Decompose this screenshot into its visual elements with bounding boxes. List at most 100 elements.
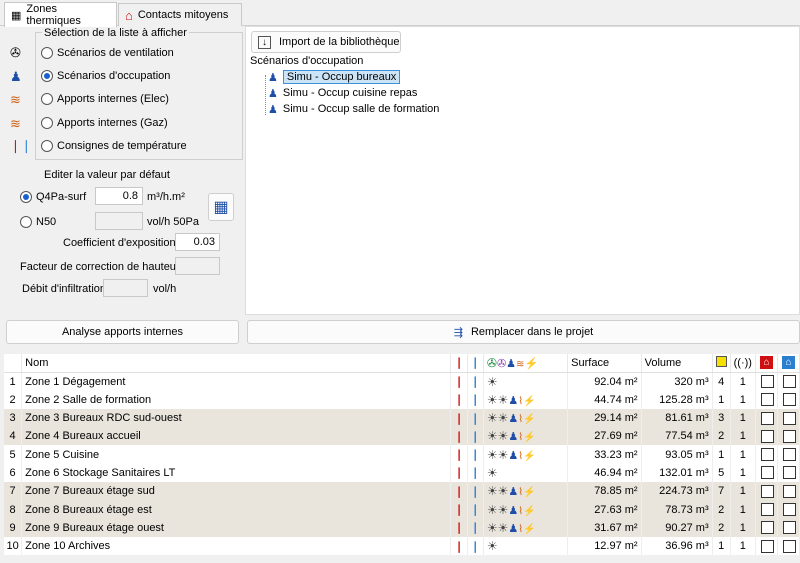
count-a-cell: 5 [712, 463, 731, 483]
radio-label: Scénarios de ventilation [57, 47, 174, 59]
tab-contacts-mitoyens[interactable]: ⌂ Contacts mitoyens [118, 3, 242, 26]
scenario-icons: ☀☀♟⌇⚡ [483, 390, 569, 409]
person-icon: ♟ [508, 394, 519, 407]
radio-apports-gaz[interactable]: Apports internes (Gaz) [41, 115, 168, 131]
infiltration-input[interactable] [103, 279, 148, 297]
tab-zones-thermiques[interactable]: ▦ Zones thermiques [4, 2, 117, 27]
scenario-item[interactable]: ♟ Simu - Occup cuisine repas [268, 85, 417, 101]
checkbox[interactable] [777, 518, 800, 537]
zone-name[interactable]: Zone 2 Salle de formation [21, 390, 452, 409]
table-row[interactable]: 10 Zone 10 Archives ❘ ❘ ☀ 12.97 m² 36.96 m³ 1 1 [4, 536, 800, 556]
checkbox[interactable] [777, 372, 800, 391]
button-label: Import de la bibliothèque [279, 36, 400, 48]
scenario-label: Simu - Occup bureaux [282, 70, 401, 84]
checkbox[interactable] [777, 445, 800, 464]
zone-name[interactable]: Zone 8 Bureaux étage est [21, 500, 452, 519]
table-row[interactable]: 5 Zone 5 Cuisine ❘ ❘ ☀☀♟⌇⚡ 33.23 m² 93.05 m³ 1 1 [4, 445, 800, 464]
volume-header[interactable]: Volume [641, 354, 713, 373]
import-library-button[interactable]: ↓ Import de la bibliothèque [251, 31, 401, 53]
checkbox[interactable] [755, 408, 778, 428]
analyse-apports-button[interactable]: Analyse apports internes [6, 320, 239, 344]
radio-button[interactable] [20, 216, 32, 228]
checkbox[interactable] [755, 482, 778, 501]
checkbox[interactable] [777, 536, 800, 556]
radio-button[interactable] [20, 191, 32, 203]
surface-cell: 78.85 m² [567, 482, 642, 501]
heat-icon: ⌇⚡ [518, 414, 536, 426]
radio-button[interactable] [41, 93, 53, 105]
checkbox[interactable] [777, 427, 800, 446]
checkbox[interactable] [755, 445, 778, 464]
count-b-cell: 1 [730, 536, 756, 556]
zone-name[interactable]: Zone 5 Cuisine [21, 445, 452, 464]
radio-button[interactable] [41, 70, 53, 82]
table-row[interactable]: 8 Zone 8 Bureaux étage est ❘ ❘ ☀☀♟⌇⚡ 27.63 m²… [4, 500, 800, 519]
zone-name[interactable]: Zone 4 Bureaux accueil [21, 427, 452, 446]
radio-occupation[interactable]: Scénarios d'occupation [41, 68, 170, 84]
checkbox[interactable] [755, 372, 778, 391]
heat-icon: ⌇⚡ [518, 523, 536, 535]
radio-apports-elec[interactable]: Apports internes (Elec) [41, 91, 169, 107]
count-b-cell: 1 [730, 500, 756, 519]
fan-icon: ☀ [486, 539, 498, 554]
surface-header[interactable]: Surface [567, 354, 642, 373]
surface-cell: 29.14 m² [567, 408, 642, 428]
table-row[interactable]: 6 Zone 6 Stockage Sanitaires LT ❘ ❘ ☀ 46.94 m… [4, 463, 800, 483]
signal-icon: ((·)) [730, 354, 756, 373]
checkbox[interactable] [755, 500, 778, 519]
table-row[interactable]: 1 Zone 1 Dégagement ❘ ❘ ☀ 92.04 m² 320 m³ 4 1 [4, 372, 800, 391]
checkbox[interactable] [755, 390, 778, 409]
height-factor-input[interactable] [175, 257, 220, 275]
radio-q4pa[interactable]: Q4Pa-surf [20, 189, 86, 205]
scenario-item[interactable]: ♟ Simu - Occup bureaux [268, 69, 401, 85]
checkbox[interactable] [777, 408, 800, 428]
checkbox[interactable] [777, 482, 800, 501]
checkbox[interactable] [777, 390, 800, 409]
person-icon: ♟ [268, 87, 278, 100]
replace-icon: ⇶ [453, 326, 463, 339]
checkbox[interactable] [777, 500, 800, 519]
scenario-item[interactable]: ♟ Simu - Occup salle de formation [268, 101, 439, 117]
zone-name[interactable]: Zone 10 Archives [21, 536, 452, 556]
coef-input[interactable]: 0.03 [175, 233, 220, 251]
replace-in-project-button[interactable]: ⇶ Remplacer dans le projet [247, 320, 800, 344]
coef-label: Coefficient d'exposition [63, 237, 176, 249]
table-row[interactable]: 3 Zone 3 Bureaux RDC sud-ouest ❘ ❘ ☀☀♟⌇⚡ 29.1… [4, 408, 800, 428]
radio-button[interactable] [41, 117, 53, 129]
radio-label: Q4Pa-surf [36, 191, 87, 203]
table-row[interactable]: 9 Zone 9 Bureaux étage ouest ❘ ❘ ☀☀♟⌇⚡ 31.67 … [4, 518, 800, 537]
checkbox[interactable] [755, 536, 778, 556]
checkbox[interactable] [777, 463, 800, 483]
table-row[interactable]: 2 Zone 2 Salle de formation ❘ ❘ ☀☀♟⌇⚡ 44.74 m… [4, 390, 800, 409]
zone-name[interactable]: Zone 9 Bureaux étage ouest [21, 518, 452, 537]
fan-icon: ☀ [486, 465, 498, 480]
count-b-cell: 1 [730, 408, 756, 428]
thermometer-red-icon: ❘ [450, 408, 468, 428]
n50-input[interactable] [95, 212, 143, 230]
zone-name[interactable]: Zone 7 Bureaux étage sud [21, 482, 452, 501]
table-row[interactable]: 7 Zone 7 Bureaux étage sud ❘ ❘ ☀☀♟⌇⚡ 78.85 m²… [4, 482, 800, 501]
fan-icon: ☀☀ [486, 447, 509, 462]
button-label: Remplacer dans le projet [470, 326, 594, 338]
radio-consignes[interactable]: Consignes de température [41, 138, 187, 154]
row-index: 9 [4, 518, 23, 537]
zone-name[interactable]: Zone 3 Bureaux RDC sud-ouest [21, 408, 452, 428]
count-a-cell: 2 [712, 500, 731, 519]
radio-button[interactable] [41, 140, 53, 152]
checkbox[interactable] [755, 427, 778, 446]
zone-name[interactable]: Zone 1 Dégagement [21, 372, 452, 391]
checkbox[interactable] [755, 463, 778, 483]
radio-n50[interactable]: N50 [20, 214, 56, 230]
cube-icon [712, 354, 731, 373]
q4pa-input[interactable]: 0.8 [95, 187, 143, 205]
zone-name[interactable]: Zone 6 Stockage Sanitaires LT [21, 463, 452, 483]
fan-icon: ☀☀ [486, 520, 509, 535]
radio-button[interactable] [41, 47, 53, 59]
table-row[interactable]: 4 Zone 4 Bureaux accueil ❘ ❘ ☀☀♟⌇⚡ 27.69 m² 77… [4, 427, 800, 446]
calculator-button[interactable]: ▦ [208, 193, 234, 221]
name-header[interactable]: Nom [21, 354, 452, 373]
radio-ventilation[interactable]: Scénarios de ventilation [41, 45, 174, 61]
checkbox[interactable] [755, 518, 778, 537]
row-index: 4 [4, 427, 23, 446]
left-panel: Sélection de la liste à afficher ✇ ♟ ≋ ≋… [0, 26, 245, 315]
